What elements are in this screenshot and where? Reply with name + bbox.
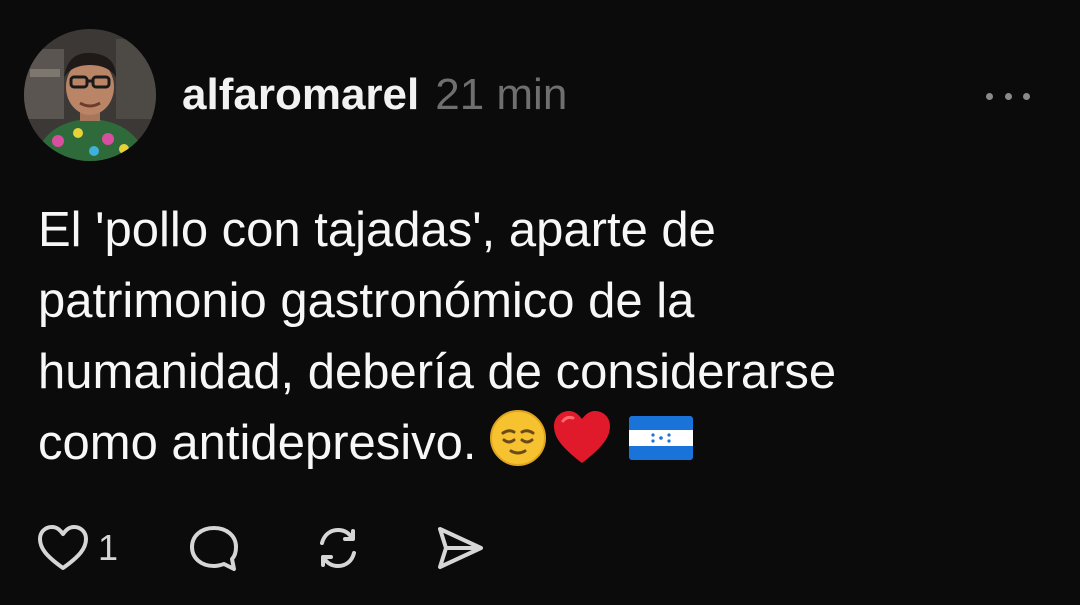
honduras-flag-emoji: [628, 416, 693, 460]
post-text-line: como antidepresivo.: [38, 416, 477, 470]
more-dots-icon[interactable]: [986, 85, 1030, 107]
red-heart-emoji: [553, 411, 610, 463]
like-count: 1: [98, 527, 119, 568]
username[interactable]: alfaromarel: [182, 70, 419, 120]
post-text-line-last: como antidepresivo.: [38, 408, 1048, 479]
action-bar: 1: [36, 518, 486, 578]
repost-icon: [320, 527, 357, 569]
heart-icon: [38, 525, 88, 570]
post-header: alfaromarel 21 min: [182, 70, 567, 130]
more-dot: [1023, 92, 1030, 100]
like-button[interactable]: 1: [36, 523, 118, 573]
post-text: El 'pollo con tajadas', aparte de patrim…: [38, 195, 1048, 479]
more-dot: [1004, 92, 1012, 100]
avatar-photo: [24, 29, 156, 161]
repost-button[interactable]: [312, 523, 364, 573]
post-text-line: patrimonio gastronómico de la: [38, 274, 695, 328]
comment-bubble-icon: [190, 526, 239, 571]
more-dot: [986, 92, 993, 100]
post-text-line: humanidad, debería de considerarse: [38, 345, 837, 399]
send-icon: [438, 527, 484, 569]
avatar[interactable]: [24, 29, 156, 161]
reply-button[interactable]: [188, 523, 240, 573]
timestamp: 21 min: [435, 70, 568, 119]
relieved-face-emoji: [489, 410, 546, 466]
share-button[interactable]: [434, 523, 486, 573]
emoji-group: [489, 409, 693, 467]
thread-post: alfaromarel 21 min El 'pollo con tajadas…: [0, 0, 1080, 605]
post-text-line: El 'pollo con tajadas', aparte de: [38, 203, 716, 257]
